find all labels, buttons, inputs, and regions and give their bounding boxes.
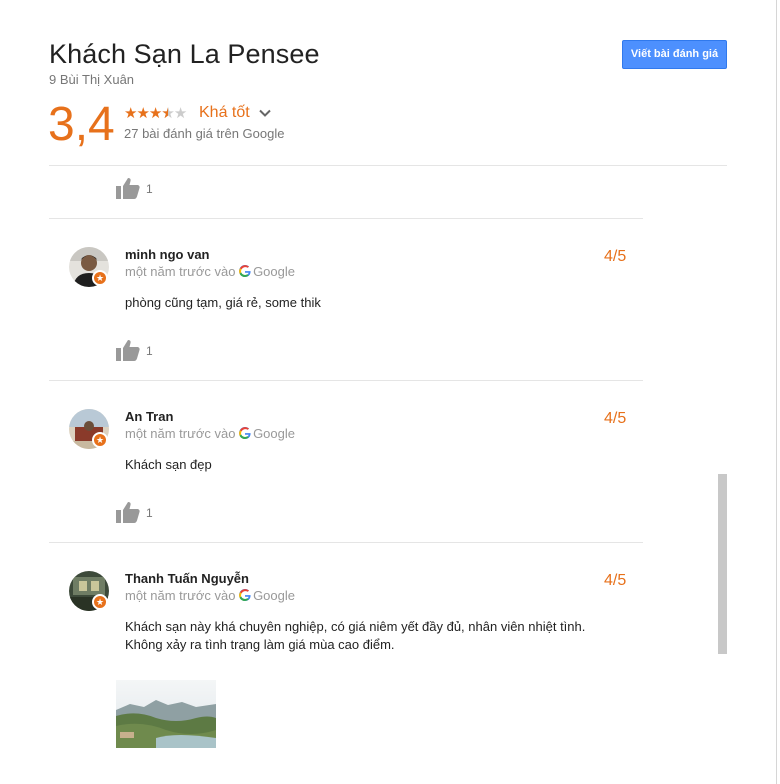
hotel-address: 9 Bùi Thị Xuân [49,72,135,87]
star-icon: ★ [124,105,137,122]
thumbs-up-icon[interactable] [116,501,140,523]
review-text-line: Khách sạn này khá chuyên nghiệp, có giá … [125,619,586,634]
rating-stars: ★★★★★★ [124,105,187,123]
star-icon: ★ [148,105,162,122]
review-text: Khách sạn này khá chuyên nghiệp, có giá … [125,618,665,654]
hotel-name: Khách Sạn La Pensee [49,39,320,69]
google-icon [239,589,251,601]
thumbs-up-icon[interactable] [116,177,140,199]
review-score: 4/5 [604,410,627,427]
review-text-line: Không xảy ra tình trạng làm giá mùa cao … [125,637,395,652]
review-score: 4/5 [604,248,627,265]
overall-rating: 3,4 [48,98,115,151]
reviewer-name[interactable]: Thanh Tuấn Nguyễn [125,571,249,586]
local-guide-badge: ★ [92,432,108,448]
review-time: một năm trước vào [125,588,236,603]
review-source: Google [253,426,295,441]
local-guide-badge: ★ [92,594,108,610]
panel-edge [776,0,777,784]
review-source: Google [253,588,295,603]
review-divider [49,542,643,543]
empty-star-icon: ★ [173,105,187,122]
reviewer-name[interactable]: An Tran [125,409,173,424]
review-meta: một năm trước vào Google [125,264,295,279]
review-meta: một năm trước vào Google [125,426,295,441]
review-source: Google [253,264,295,279]
review-count: 27 bài đánh giá trên Google [124,126,285,141]
local-guide-badge: ★ [92,270,108,286]
review-divider [49,218,643,219]
thumbs-up-icon[interactable] [116,339,140,361]
like-count: 1 [146,344,153,358]
star-icon: ★ [136,105,149,122]
chevron-down-icon[interactable] [258,106,272,120]
scrollbar-thumb[interactable] [718,474,727,654]
review-time: một năm trước vào [125,426,236,441]
write-review-button[interactable]: Viết bài đánh giá [622,40,727,69]
review-text: Khách sạn đẹp [125,457,212,472]
review-photo[interactable] [116,680,216,748]
review-score: 4/5 [604,572,627,589]
half-star-icon: ★★ [161,105,174,122]
rating-label[interactable]: Khá tốt [199,104,250,122]
review-divider [49,380,643,381]
review-text: phòng cũng tạm, giá rẻ, some thik [125,295,321,310]
reviewer-name[interactable]: minh ngo van [125,247,210,262]
google-icon [239,265,251,277]
review-time: một năm trước vào [125,264,236,279]
like-count: 1 [146,506,153,520]
reviews-panel: Khách Sạn La Pensee 9 Bùi Thị Xuân Viết … [0,0,780,784]
like-count: 1 [146,182,153,196]
header-divider [49,165,727,166]
google-icon [239,427,251,439]
review-meta: một năm trước vào Google [125,588,295,603]
